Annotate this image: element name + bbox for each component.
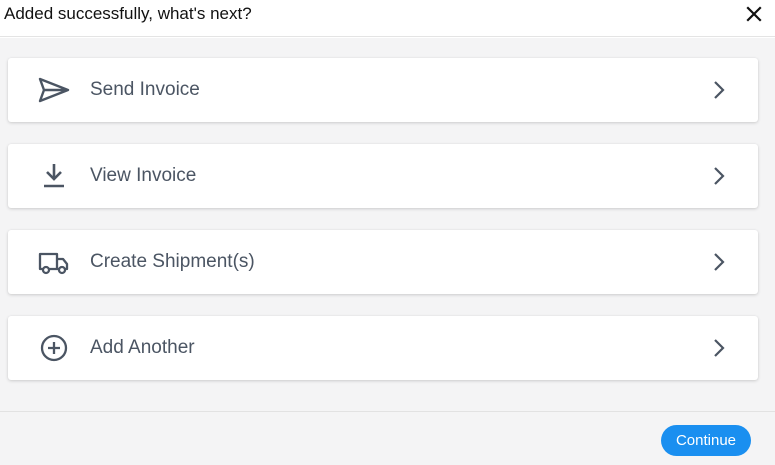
truck-icon (38, 248, 70, 276)
option-label: Create Shipment(s) (90, 251, 255, 272)
chevron-right-icon (712, 251, 726, 273)
option-label: View Invoice (90, 165, 197, 186)
chevron-right-icon (712, 337, 726, 359)
options-list: Send Invoice View Invoice Create Shipmen… (0, 38, 775, 411)
option-label: Add Another (90, 337, 195, 358)
option-view-invoice[interactable]: View Invoice (8, 144, 758, 208)
send-icon (38, 76, 70, 104)
dialog-footer: Continue (0, 411, 775, 465)
continue-button[interactable]: Continue (661, 425, 751, 456)
dialog-title: Added successfully, what's next? (4, 4, 252, 23)
option-create-shipments[interactable]: Create Shipment(s) (8, 230, 758, 294)
option-add-another[interactable]: Add Another (8, 316, 758, 380)
download-icon (38, 162, 70, 190)
chevron-right-icon (712, 165, 726, 187)
option-label: Send Invoice (90, 79, 200, 100)
dialog-header: Added successfully, what's next? (0, 0, 775, 37)
close-icon[interactable] (745, 5, 763, 23)
chevron-right-icon (712, 79, 726, 101)
add-circle-icon (38, 334, 70, 362)
option-send-invoice[interactable]: Send Invoice (8, 58, 758, 122)
success-dialog: Added successfully, what's next? Send In… (0, 0, 775, 465)
